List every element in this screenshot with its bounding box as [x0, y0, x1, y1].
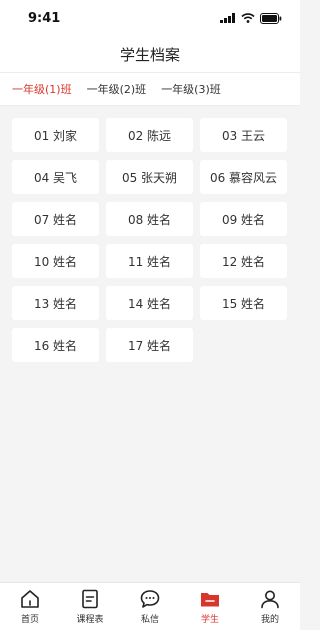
page-title: 学生档案 [119, 45, 180, 64]
student-card-14[interactable]: 14 姓名 [106, 286, 193, 320]
status-bar: 9:41 [0, 0, 300, 36]
tab-home-label: 首页 [20, 615, 39, 625]
student-card-07[interactable]: 07 姓名 [12, 202, 99, 236]
tab-home[interactable]: 首页 [5, 588, 55, 625]
tab-students[interactable]: 学生 [185, 588, 235, 625]
student-card-16[interactable]: 16 姓名 [12, 328, 99, 362]
student-card-08[interactable]: 08 姓名 [106, 202, 193, 236]
tab-schedule[interactable]: 课程表 [65, 588, 115, 625]
tab-class-3[interactable]: 一年级(3)班 [161, 81, 221, 97]
tab-students-label: 学生 [200, 615, 219, 625]
schedule-icon [82, 589, 98, 609]
student-card-02[interactable]: 02 陈远 [106, 118, 193, 152]
tab-messages[interactable]: 私信 [125, 588, 175, 625]
student-card-13[interactable]: 13 姓名 [12, 286, 99, 320]
home-icon [21, 590, 39, 608]
student-card-12[interactable]: 12 姓名 [200, 244, 287, 278]
bottom-tab-bar: 首页 课程表 私信 学生 我的 [0, 582, 300, 630]
signal-icon [220, 13, 235, 23]
tab-schedule-label: 课程表 [76, 615, 104, 625]
class-tabs: 一年级(1)班 一年级(2)班 一年级(3)班 [0, 72, 300, 106]
student-card-01[interactable]: 01 刘家 [12, 118, 99, 152]
tab-profile-label: 我的 [260, 615, 279, 625]
student-card-04[interactable]: 04 吴飞 [12, 160, 99, 194]
nav-bar: 学生档案 [0, 36, 300, 72]
battery-icon [260, 12, 282, 24]
student-card-10[interactable]: 10 姓名 [12, 244, 99, 278]
status-time: 9:41 [28, 10, 61, 26]
wifi-icon [241, 13, 255, 23]
folder-icon [201, 593, 219, 607]
tab-profile[interactable]: 我的 [245, 588, 295, 625]
user-icon [261, 590, 279, 609]
student-card-15[interactable]: 15 姓名 [200, 286, 287, 320]
tab-messages-label: 私信 [140, 615, 159, 625]
tab-class-2[interactable]: 一年级(2)班 [87, 81, 147, 97]
student-card-11[interactable]: 11 姓名 [106, 244, 193, 278]
student-grid: 01 刘家 02 陈远 03 王云 04 吴飞 05 张天朔 06 慕容风云 0… [12, 118, 290, 362]
status-icons [220, 12, 282, 24]
student-card-05[interactable]: 05 张天朔 [106, 160, 193, 194]
student-card-17[interactable]: 17 姓名 [106, 328, 193, 362]
student-card-06[interactable]: 06 慕容风云 [200, 160, 287, 194]
message-icon [140, 590, 160, 608]
student-card-03[interactable]: 03 王云 [200, 118, 287, 152]
student-card-09[interactable]: 09 姓名 [200, 202, 287, 236]
tab-class-1[interactable]: 一年级(1)班 [12, 81, 72, 97]
